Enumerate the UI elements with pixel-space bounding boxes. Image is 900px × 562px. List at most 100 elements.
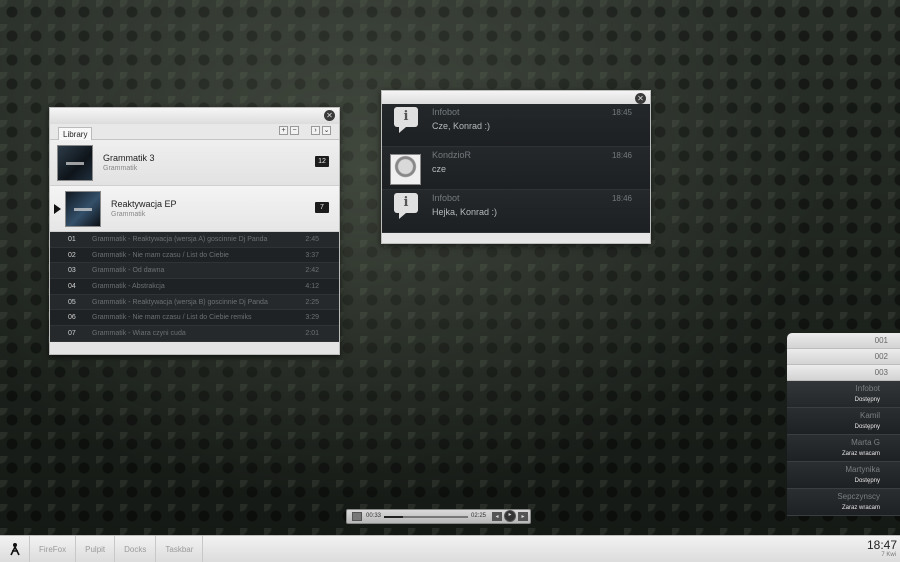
info-icon: i [394, 107, 418, 133]
taskbar-item-pulpit[interactable]: Pulpit [76, 536, 116, 562]
mini-player: 00:33 02:25 ◂ ▸ ▸ [346, 509, 531, 524]
group-header[interactable]: 002 [787, 349, 900, 365]
current-time: 00:33 [366, 513, 382, 519]
notification-time: 18:45 [611, 108, 632, 117]
album-item[interactable]: Reaktywacja EP Grammatik 7 [50, 186, 339, 232]
track-number: 02 [68, 251, 76, 259]
notification-message: Hejka, Konrad :) [432, 207, 498, 217]
contact-item[interactable]: Marta G Zaraz wracam [787, 435, 900, 462]
play-icon[interactable]: ▸ [504, 510, 516, 522]
track-number: 03 [68, 267, 76, 275]
notification-sender: KondzioR [432, 150, 472, 160]
track-duration: 2:45 [305, 236, 319, 243]
track-row[interactable]: 01 Grammatik - Reaktywacja (wersja A) gos… [50, 232, 339, 248]
track-row[interactable]: 04 Grammatik - Abstrakcja 4:12 [50, 279, 339, 295]
album-title: Reaktywacja EP [111, 199, 177, 209]
track-duration: 2:25 [305, 298, 319, 306]
track-row[interactable]: 03 Grammatik - Od dawna 2:42 [50, 263, 339, 280]
contact-panel: 001 002 003 Infobot Dostępny Kamil Dostę… [787, 333, 900, 533]
taskbar-item-taskbar[interactable]: Taskbar [156, 536, 204, 562]
track-row[interactable]: 06 Grammatik - Nie mam czasu / List do Ci… [50, 310, 339, 327]
menu-button[interactable]: ⌄ [322, 126, 331, 135]
track-name: Grammatik - Nie mam czasu / List do Cieb… [92, 314, 252, 322]
album-artist: Grammatik [103, 165, 138, 172]
contact-item[interactable]: Sepczynscy Zaraz wracam [787, 489, 900, 516]
library-titlebar[interactable]: ✕ [50, 108, 339, 124]
track-number: 07 [68, 330, 76, 338]
library-window: ✕ Library + − › ⌄ Grammatik 3 Grammatik … [49, 107, 340, 355]
contact-status: Dostępny [854, 478, 880, 484]
track-number: 04 [68, 283, 76, 291]
notification-item[interactable]: KondzioR cze 18:46 [382, 147, 650, 190]
next-button[interactable]: › [311, 126, 320, 135]
track-row[interactable]: 05 Grammatik - Reaktywacja (wersja B) gos… [50, 294, 339, 311]
notification-time: 18:46 [611, 194, 632, 203]
track-name: Grammatik - Reaktywacja (wersja A) gosci… [92, 236, 268, 243]
add-button[interactable]: + [279, 126, 288, 135]
contact-item[interactable]: Infobot Dostępny [787, 381, 900, 408]
contact-status: Dostępny [854, 397, 880, 403]
track-count-badge: 7 [315, 202, 329, 213]
tab-library[interactable]: Library [58, 127, 93, 141]
notifications-titlebar[interactable]: ✕ [382, 91, 650, 104]
contact-name: Martynika [845, 465, 880, 474]
remove-button[interactable]: − [290, 126, 299, 135]
track-name: Grammatik - Nie mam czasu / List do Cieb… [92, 251, 229, 259]
album-artist: Grammatik [111, 211, 146, 218]
album-title: Grammatik 3 [103, 153, 155, 163]
contact-status: Zaraz wracam [841, 451, 880, 457]
notification-item[interactable]: i Infobot Cze, Konrad :) 18:45 [382, 104, 650, 147]
previous-icon[interactable]: ◂ [492, 512, 502, 521]
contact-name: Kamil [859, 411, 880, 420]
track-count-badge: 12 [315, 156, 329, 167]
progress-bar[interactable] [384, 516, 468, 518]
contact-status: Dostępny [854, 424, 880, 430]
notification-list: i Infobot Cze, Konrad :) 18:45 KondzioR … [382, 104, 650, 233]
taskbar: FireFox Pulpit Docks Taskbar 18:47 7 Kwi [0, 535, 900, 562]
library-toolbar: Library + − › ⌄ [50, 124, 339, 141]
clock[interactable]: 18:47 [867, 538, 897, 552]
contact-item[interactable]: Kamil Dostępny [787, 408, 900, 435]
group-header[interactable]: 003 [787, 365, 900, 381]
track-duration: 3:37 [305, 251, 319, 259]
notification-message: Cze, Konrad :) [432, 121, 491, 131]
track-duration: 2:42 [305, 267, 319, 275]
notification-time: 18:46 [611, 151, 632, 160]
album-cover [58, 146, 92, 180]
contact-name: Marta G [851, 438, 880, 447]
album-item[interactable]: Grammatik 3 Grammatik 12 [50, 140, 339, 186]
track-row[interactable]: 02 Grammatik - Nie mam czasu / List do Ci… [50, 248, 339, 264]
track-name: Grammatik - Wiara czyni cuda [92, 330, 186, 338]
avatar [390, 154, 421, 185]
play-indicator-icon [54, 204, 61, 214]
notification-item[interactable]: i Infobot Hejka, Konrad :) 18:46 [382, 190, 650, 233]
taskbar-item-firefox[interactable]: FireFox [30, 536, 77, 562]
notification-message: cze [432, 164, 447, 174]
contact-name: Infobot [855, 384, 880, 393]
close-icon[interactable]: ✕ [324, 110, 335, 121]
album-thumbnail [352, 512, 362, 521]
contact-status: Zaraz wracam [841, 505, 880, 511]
track-name: Grammatik - Abstrakcja [92, 283, 165, 291]
track-name: Grammatik - Reaktywacja (wersja B) gosci… [92, 298, 268, 306]
track-list: 01 Grammatik - Reaktywacja (wersja A) gos… [50, 232, 339, 342]
total-time: 02:25 [471, 513, 487, 519]
info-icon: i [394, 193, 418, 219]
contact-item[interactable]: Martynika Dostępny [787, 462, 900, 489]
track-duration: 3:29 [305, 314, 319, 322]
contact-name: Sepczynscy [837, 492, 880, 501]
track-number: 01 [68, 236, 76, 243]
track-number: 05 [68, 298, 76, 306]
close-icon[interactable]: ✕ [635, 93, 646, 104]
track-row[interactable]: 07 Grammatik - Wiara czyni cuda 2:01 [50, 326, 339, 342]
group-header[interactable]: 001 [787, 333, 900, 349]
track-duration: 4:12 [305, 283, 319, 291]
date: 7 Kwi [881, 552, 896, 558]
start-menu-icon[interactable] [0, 536, 30, 562]
album-cover [66, 192, 100, 226]
notifications-window: ✕ i Infobot Cze, Konrad :) 18:45 Kondzio… [381, 90, 651, 244]
taskbar-item-docks[interactable]: Docks [115, 536, 157, 562]
next-icon[interactable]: ▸ [518, 512, 528, 521]
progress-fill [384, 516, 404, 518]
notification-sender: Infobot [432, 107, 460, 117]
